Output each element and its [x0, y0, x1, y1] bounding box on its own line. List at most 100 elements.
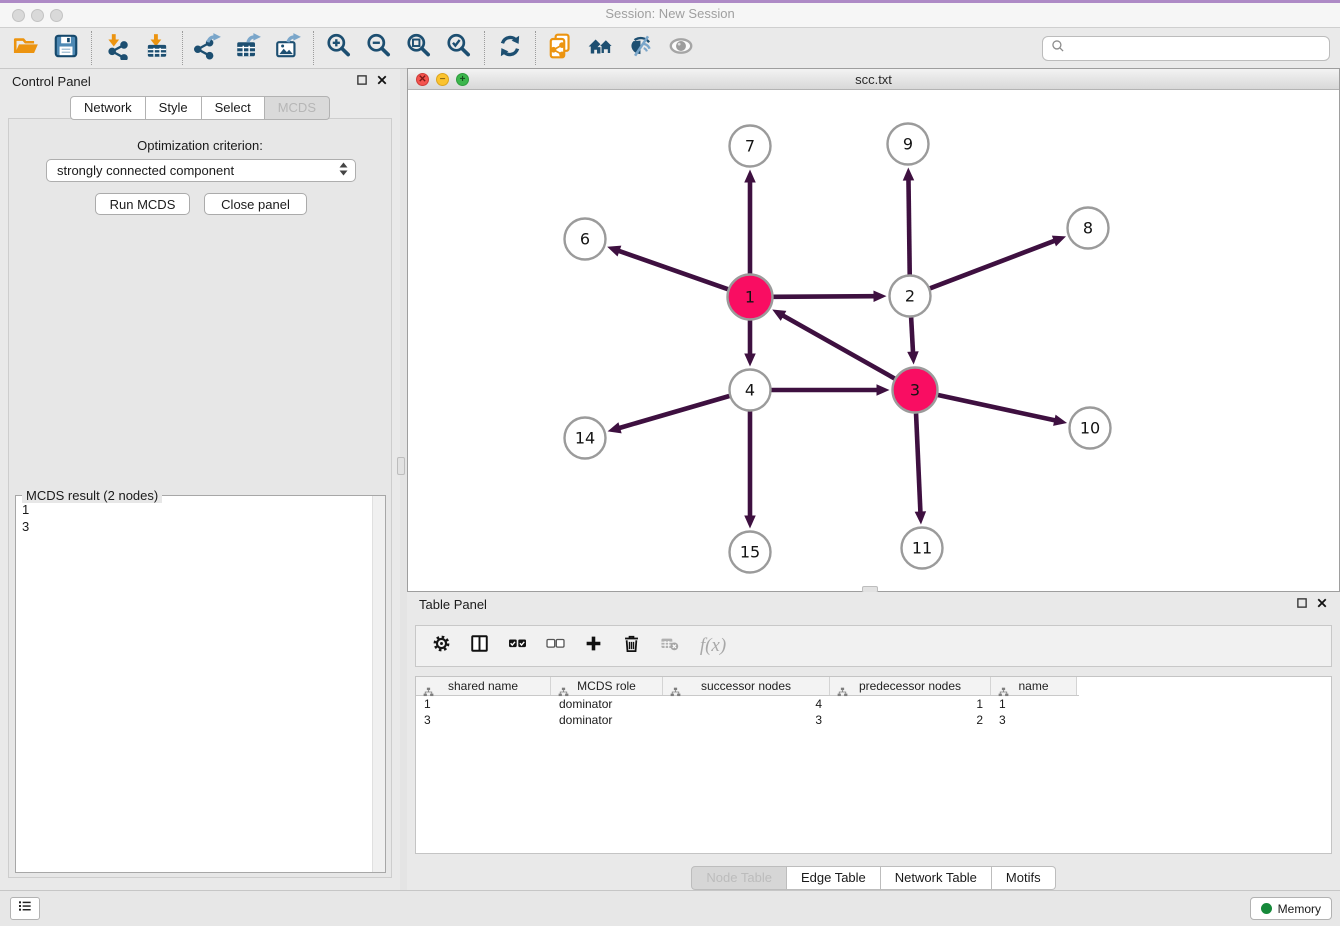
mcds-result-title: MCDS result (2 nodes)	[22, 488, 162, 503]
zoom-fit-button[interactable]	[399, 30, 439, 66]
add-column-button[interactable]	[582, 634, 604, 658]
window-titlebar: Session: New Session	[0, 0, 1340, 28]
memory-status-icon	[1261, 903, 1272, 914]
delete-column-button[interactable]	[620, 634, 642, 658]
memory-button[interactable]: Memory	[1250, 897, 1332, 920]
export-network-button[interactable]	[188, 30, 228, 66]
mcds-result-box[interactable]: MCDS result (2 nodes) 1 3	[15, 495, 386, 873]
network-maximize-icon[interactable]: +	[456, 73, 469, 86]
table-cell[interactable]: 3	[416, 713, 551, 727]
toolbar-separator	[484, 31, 485, 65]
tab-motifs[interactable]: Motifs	[992, 866, 1056, 890]
column-header-successor-nodes[interactable]: successor nodes	[663, 677, 830, 695]
search-input[interactable]	[1066, 38, 1329, 58]
table-cell[interactable]: dominator	[551, 713, 663, 727]
export-table-icon	[234, 32, 262, 65]
graph-edge-3-1[interactable]	[782, 315, 895, 379]
deselect-all-button[interactable]	[544, 634, 566, 658]
hide-selected-button[interactable]	[621, 30, 661, 66]
graph-edge-3-11[interactable]	[916, 413, 920, 513]
zoom-selected-button[interactable]	[439, 30, 479, 66]
show-hidden-button[interactable]	[661, 30, 701, 66]
graph-edge-3-10[interactable]	[938, 395, 1056, 421]
select-all-button[interactable]	[506, 634, 528, 658]
export-table-button[interactable]	[228, 30, 268, 66]
graph-edge-2-8[interactable]	[930, 240, 1056, 288]
close-table-panel-icon[interactable]	[1316, 597, 1328, 612]
control-panel-title: Control Panel	[12, 74, 91, 89]
list-icon	[16, 898, 34, 919]
table-row[interactable]: 1dominator411	[416, 696, 1331, 712]
graph-edge-2-3[interactable]	[911, 317, 913, 353]
mcds-result-lines: 1 3	[22, 501, 29, 535]
delete-table-button[interactable]	[658, 634, 680, 658]
graph-edge-arrow	[744, 170, 756, 183]
close-panel-button[interactable]: Close panel	[204, 193, 307, 215]
result-scrollbar[interactable]	[372, 496, 385, 872]
graph-edge-1-6[interactable]	[618, 250, 728, 289]
status-bar: Memory	[0, 890, 1340, 926]
save-session-button[interactable]	[46, 30, 86, 66]
table-cell[interactable]: 1	[830, 697, 991, 711]
splitter-grip-vertical[interactable]	[397, 457, 405, 475]
table-header-row: shared nameMCDS rolesuccessor nodesprede…	[416, 677, 1079, 696]
import-network-button[interactable]	[97, 30, 137, 66]
network-window-titlebar[interactable]: ✕ − + scc.txt	[408, 69, 1339, 90]
hide-paint-icon	[627, 32, 655, 65]
table-cell[interactable]: 4	[663, 697, 830, 711]
tab-network-table[interactable]: Network Table	[881, 866, 992, 890]
tab-node-table[interactable]: Node Table	[691, 866, 787, 890]
network-view-window: ✕ − + scc.txt 7968124314101511	[407, 68, 1340, 592]
table-cell[interactable]: 3	[991, 713, 1077, 727]
column-header-MCDS-role[interactable]: MCDS role	[551, 677, 663, 695]
table-settings-button[interactable]	[430, 634, 452, 658]
float-panel-icon[interactable]	[356, 74, 368, 89]
tab-select[interactable]: Select	[202, 96, 265, 120]
tab-mcds[interactable]: MCDS	[265, 96, 330, 120]
search-box[interactable]	[1042, 36, 1330, 61]
table-cell[interactable]: 2	[830, 713, 991, 727]
trash-icon	[621, 633, 642, 659]
float-table-panel-icon[interactable]	[1296, 597, 1308, 612]
tab-network[interactable]: Network	[70, 96, 146, 120]
show-columns-button[interactable]	[468, 634, 490, 658]
table-cell[interactable]: 3	[663, 713, 830, 727]
first-neighbors-button[interactable]	[581, 30, 621, 66]
column-header-shared-name[interactable]: shared name	[416, 677, 551, 695]
tab-style[interactable]: Style	[146, 96, 202, 120]
open-session-button[interactable]	[6, 30, 46, 66]
control-panel: Control Panel NetworkStyleSelectMCDS Opt…	[0, 69, 400, 890]
graph-edge-4-14[interactable]	[618, 396, 729, 428]
graph-edge-2-9[interactable]	[908, 178, 909, 274]
table-cell[interactable]: dominator	[551, 697, 663, 711]
refresh-layout-button[interactable]	[490, 30, 530, 66]
graph-edge-1-2[interactable]	[773, 296, 875, 297]
function-builder-button[interactable]: f(x)	[696, 634, 730, 658]
network-close-icon[interactable]: ✕	[416, 73, 429, 86]
criterion-select[interactable]: strongly connected component	[46, 159, 356, 182]
graph-node-label: 14	[575, 429, 595, 448]
toolbar-separator	[91, 31, 92, 65]
close-panel-icon[interactable]	[376, 74, 388, 89]
network-minimize-icon[interactable]: −	[436, 73, 449, 86]
cb-unchecked-icon	[545, 633, 566, 659]
table-cell[interactable]: 1	[991, 697, 1077, 711]
node-table[interactable]: shared nameMCDS rolesuccessor nodesprede…	[415, 676, 1332, 854]
mcds-panel: Optimization criterion: strongly connect…	[8, 118, 392, 878]
export-image-button[interactable]	[268, 30, 308, 66]
graph-edge-arrow	[608, 422, 622, 433]
zoom-out-button[interactable]	[359, 30, 399, 66]
network-canvas[interactable]: 7968124314101511	[408, 90, 1339, 590]
import-table-button[interactable]	[137, 30, 177, 66]
zoom-in-button[interactable]	[319, 30, 359, 66]
table-cell[interactable]: 1	[416, 697, 551, 711]
graph-edge-arrow	[607, 246, 621, 257]
clone-network-button[interactable]	[541, 30, 581, 66]
table-row[interactable]: 3dominator323	[416, 712, 1331, 728]
run-mcds-button[interactable]: Run MCDS	[95, 193, 190, 215]
tab-edge-table[interactable]: Edge Table	[787, 866, 881, 890]
task-history-button[interactable]	[10, 897, 40, 920]
column-header-predecessor-nodes[interactable]: predecessor nodes	[830, 677, 991, 695]
column-header-name[interactable]: name	[991, 677, 1077, 695]
folder-open-icon	[12, 32, 40, 65]
